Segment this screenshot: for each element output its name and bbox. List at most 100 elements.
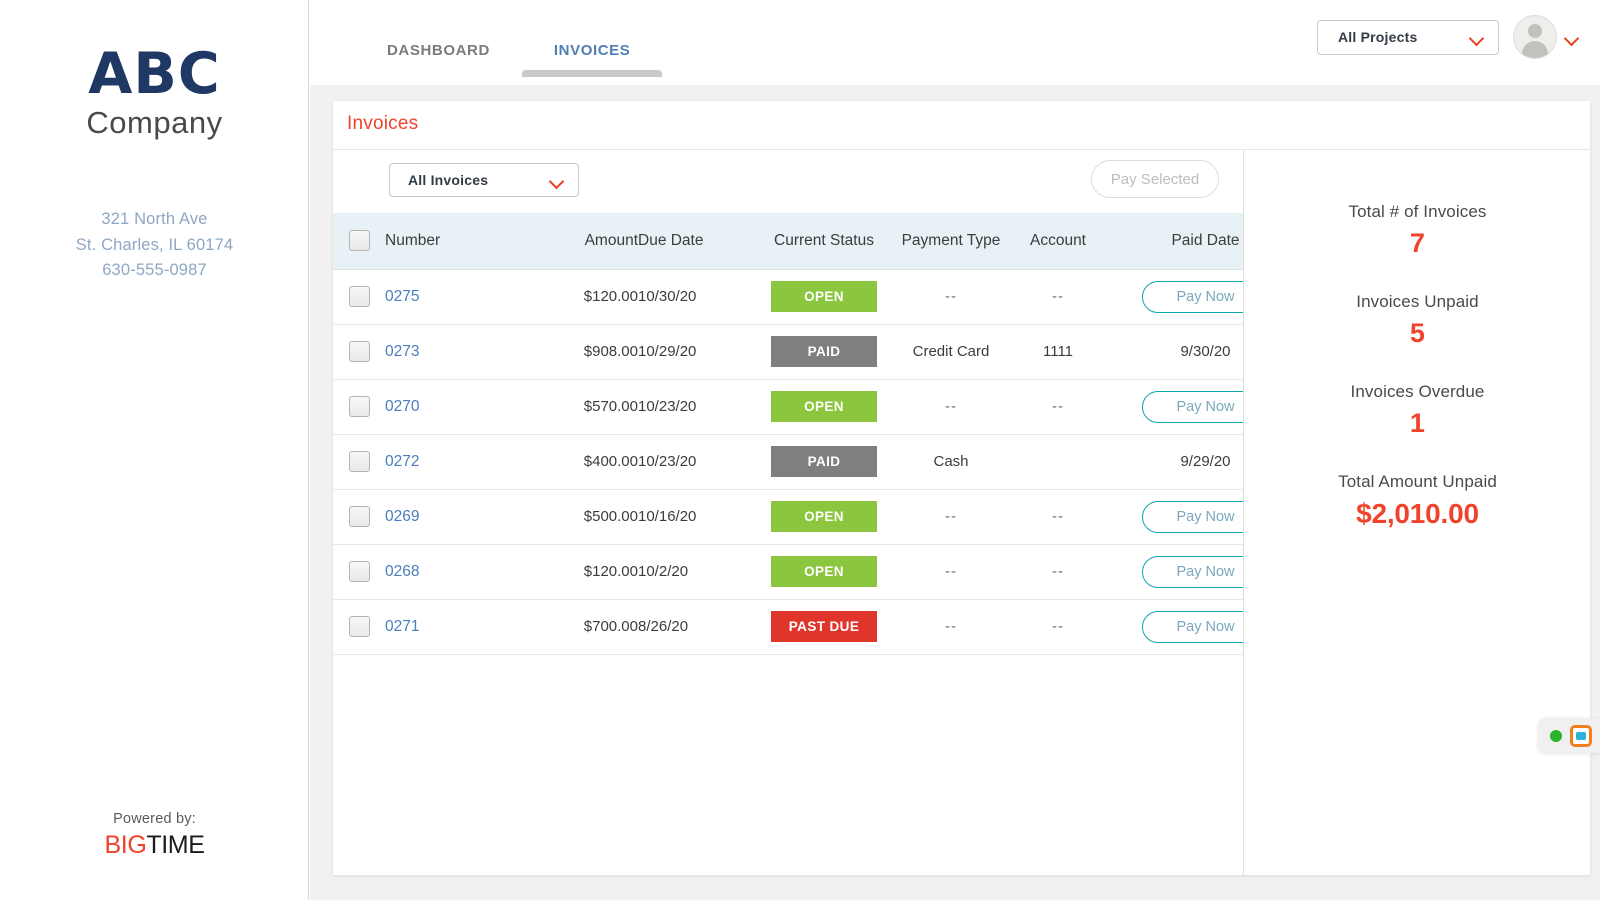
chevron-down-icon — [550, 176, 563, 184]
table-row: 0269 $500.00 10/16/20 OPEN -- -- Pay Now — [333, 489, 1243, 545]
tab-dashboard[interactable]: DASHBOARD — [355, 42, 522, 77]
address-phone: 630-555-0987 — [102, 261, 207, 280]
column-header-due-date[interactable]: Due Date — [638, 213, 764, 270]
row-select-cell — [333, 544, 385, 600]
select-all-header — [333, 213, 385, 270]
empty-value: -- — [1052, 618, 1064, 635]
powered-by-label: Powered by: — [113, 811, 196, 827]
row-checkbox[interactable] — [348, 451, 370, 472]
invoice-number-cell: 0268 — [385, 544, 535, 600]
table-row: 0275 $120.00 10/30/20 OPEN -- -- Pay Now — [333, 269, 1243, 325]
project-selector-value: All Projects — [1338, 29, 1418, 45]
invoice-account-cell: 1111 — [1018, 324, 1098, 380]
summary-item-value: $2,010.00 — [1356, 498, 1479, 529]
column-header-amount[interactable]: Amount — [535, 213, 638, 270]
invoice-account-cell: -- — [1018, 599, 1098, 655]
invoice-number-cell: 0272 — [385, 434, 535, 490]
invoice-number-link[interactable]: 0271 — [385, 618, 419, 635]
pay-selected-button[interactable]: Pay Selected — [1091, 160, 1219, 198]
invoice-due-date-cell: 10/29/20 — [638, 324, 764, 380]
row-checkbox[interactable] — [348, 616, 370, 637]
invoice-due-date-cell: 8/26/20 — [638, 599, 764, 655]
status-badge: OPEN — [771, 556, 877, 587]
chat-icon[interactable] — [1570, 724, 1592, 747]
pay-now-button[interactable]: Pay Now — [1141, 500, 1243, 533]
invoice-number-link[interactable]: 0272 — [385, 453, 419, 470]
invoice-due-date-cell: 10/23/20 — [638, 379, 764, 435]
row-select-cell — [333, 599, 385, 655]
invoice-due-date-cell: 10/2/20 — [638, 544, 764, 600]
pay-now-button[interactable]: Pay Now — [1141, 610, 1243, 643]
row-checkbox[interactable] — [348, 396, 370, 417]
invoice-amount-cell: $120.00 — [535, 544, 638, 600]
invoice-number-link[interactable]: 0269 — [385, 508, 419, 525]
invoice-number-cell: 0269 — [385, 489, 535, 545]
status-badge: PAID — [771, 446, 877, 477]
summary-item: Total # of Invoices 7 — [1245, 202, 1590, 259]
column-header-number[interactable]: Number — [385, 213, 535, 270]
row-checkbox[interactable] — [348, 286, 370, 307]
invoice-amount-cell: $120.00 — [535, 269, 638, 325]
invoice-number-link[interactable]: 0268 — [385, 563, 419, 580]
invoice-paid-date-cell: 9/30/20 — [1098, 324, 1243, 380]
invoice-number-cell: 0270 — [385, 379, 535, 435]
column-header-paid-date[interactable]: Paid Date — [1098, 213, 1243, 270]
invoice-payment-type-cell: Credit Card — [884, 324, 1018, 380]
invoice-number-cell: 0273 — [385, 324, 535, 380]
summary-item-label: Invoices Unpaid — [1356, 292, 1479, 311]
invoice-number-link[interactable]: 0275 — [385, 288, 419, 305]
invoices-table-region: All Invoices Pay Selected Number Amount … — [333, 150, 1244, 875]
column-header-account[interactable]: Account — [1018, 213, 1098, 270]
avatar[interactable] — [1513, 15, 1557, 59]
column-header-current-status[interactable]: Current Status — [764, 213, 884, 270]
row-checkbox[interactable] — [348, 561, 370, 582]
pay-now-button[interactable]: Pay Now — [1141, 280, 1243, 313]
table-row: 0270 $570.00 10/23/20 OPEN -- -- Pay Now — [333, 379, 1243, 435]
table-row: 0268 $120.00 10/2/20 OPEN -- -- Pay Now — [333, 544, 1243, 600]
invoice-payment-type-cell: -- — [884, 489, 1018, 545]
row-checkbox[interactable] — [348, 506, 370, 527]
support-chat-widget[interactable] — [1538, 718, 1600, 753]
summary-item-value: 7 — [1409, 228, 1426, 258]
invoice-number-link[interactable]: 0270 — [385, 398, 419, 415]
invoice-paid-date-cell: Pay Now — [1098, 544, 1243, 600]
invoices-table: Number Amount Due Date Current Status Pa… — [333, 213, 1243, 655]
main-content: DASHBOARD INVOICES All Projects Invoices — [310, 0, 1600, 900]
invoice-number-link[interactable]: 0273 — [385, 343, 419, 360]
chevron-down-icon[interactable] — [1565, 33, 1578, 41]
invoice-paid-date-cell: Pay Now — [1098, 269, 1243, 325]
tab-invoices[interactable]: INVOICES — [521, 42, 663, 77]
pay-now-button[interactable]: Pay Now — [1141, 390, 1243, 423]
row-checkbox[interactable] — [348, 341, 370, 362]
status-badge: OPEN — [771, 281, 877, 312]
column-header-payment-type[interactable]: Payment Type — [884, 213, 1018, 270]
table-row: 0272 $400.00 10/23/20 PAID Cash 9/29/20 — [333, 434, 1243, 490]
invoice-filter-selector[interactable]: All Invoices — [389, 163, 579, 197]
company-logo: ABC Company — [0, 46, 309, 140]
top-bar: DASHBOARD INVOICES All Projects — [310, 0, 1600, 85]
invoice-amount-cell: $500.00 — [535, 489, 638, 545]
online-status-dot — [1550, 729, 1562, 742]
empty-value: -- — [1052, 398, 1064, 415]
app-root: ABC Company 321 North Ave St. Charles, I… — [0, 0, 1600, 900]
row-select-cell — [333, 489, 385, 545]
table-row: 0271 $700.00 8/26/20 PAST DUE -- -- Pay Now — [333, 599, 1243, 655]
status-badge: PAST DUE — [771, 611, 877, 642]
summary-item-value: 5 — [1409, 318, 1426, 348]
empty-value: -- — [1052, 563, 1064, 580]
invoice-due-date-cell: 10/23/20 — [638, 434, 764, 490]
project-selector[interactable]: All Projects — [1317, 19, 1499, 55]
top-bar-controls: All Projects — [1317, 15, 1578, 59]
summary-item: Total Amount Unpaid $2,010.00 — [1245, 472, 1590, 530]
summary-item-label: Total # of Invoices — [1348, 202, 1487, 221]
table-header-row: Number Amount Due Date Current Status Pa… — [333, 213, 1243, 270]
pay-now-button[interactable]: Pay Now — [1141, 555, 1243, 588]
summary-item: Invoices Unpaid 5 — [1245, 292, 1590, 349]
invoice-amount-cell: $570.00 — [535, 379, 638, 435]
user-menu[interactable] — [1513, 15, 1578, 59]
empty-value: -- — [945, 288, 957, 305]
empty-value: -- — [945, 398, 957, 415]
invoice-payment-type-cell: -- — [884, 269, 1018, 325]
select-all-checkbox[interactable] — [348, 230, 370, 252]
invoice-payment-type-cell: -- — [884, 379, 1018, 435]
